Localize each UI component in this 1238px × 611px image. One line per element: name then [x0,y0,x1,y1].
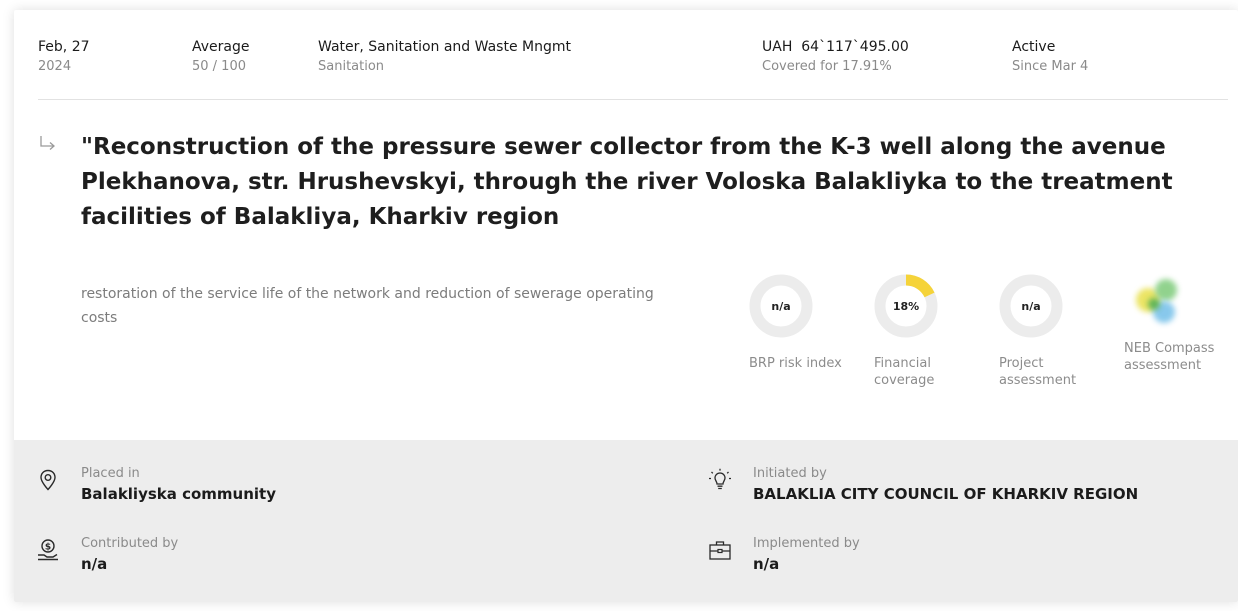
project-title[interactable]: "Reconstruction of the pressure sewer co… [81,130,1231,235]
brp-risk-donut: n/a [749,274,813,338]
placed-in-label: Placed in [81,466,140,481]
meta-status-sub: Since Mar 4 [1012,59,1089,74]
metric-neb-compass[interactable]: NEB Compass assessment [1124,266,1224,374]
brp-risk-label: BRP risk index [749,356,842,371]
meta-sector: Water, Sanitation and Waste Mngmt Sanita… [318,38,571,76]
meta-sector-sub: Sanitation [318,59,385,74]
project-description: restoration of the service life of the n… [81,286,654,326]
initiated-by-label: Initiated by [753,466,827,481]
contributed-by-value: n/a [81,555,108,573]
contributed-by-label: Contributed by [81,536,179,551]
project-assessment-donut: n/a [999,274,1063,338]
meta-rating: Average 50 / 100 [192,38,250,76]
metric-financial-coverage[interactable]: 18% Financial coverage [874,274,974,389]
implemented-by-value: n/a [753,555,780,573]
meta-divider [38,99,1228,100]
project-footer: Placed in Balakliyska community Initiate… [14,440,1238,602]
location-pin-icon [40,469,56,491]
neb-compass-label: NEB Compass assessment [1124,341,1215,373]
lightbulb-icon [709,468,731,490]
financial-coverage-donut-fill [905,274,935,298]
placed-in-value[interactable]: Balakliyska community [81,483,276,505]
project-card[interactable]: Feb, 27 2024 Average 50 / 100 Water, San… [14,10,1238,602]
meta-date-year: 2024 [38,59,72,74]
project-assessment-value: n/a [1021,300,1040,313]
project-assessment-label: Project assessment [999,356,1077,388]
briefcase-icon [709,541,731,560]
svg-text:$: $ [45,543,51,553]
metric-project-assessment[interactable]: n/a Project assessment [999,274,1099,389]
financial-coverage-value: 18% [893,300,919,313]
neb-compass-icon [1136,279,1177,323]
meta-budget-coverage: Covered for 17.91% [762,59,892,74]
return-arrow-icon [40,136,55,150]
financial-coverage-label: Financial coverage [874,356,935,388]
implemented-by-label: Implemented by [753,536,860,551]
initiated-by-value[interactable]: BALAKLIA CITY COUNCIL OF KHARKIV REGION [753,483,1138,505]
project-meta-row: Feb, 27 2024 Average 50 / 100 Water, San… [14,10,1238,100]
money-hand-icon: $ [38,539,58,561]
meta-rating-main: Average [192,39,250,55]
meta-budget: UAH 64`117`495.00 Covered for 17.91% [762,38,909,76]
meta-date: Feb, 27 2024 [38,38,90,76]
meta-sector-main: Water, Sanitation and Waste Mngmt [318,39,571,55]
meta-budget-amount: UAH 64`117`495.00 [762,39,909,55]
meta-date-main: Feb, 27 [38,39,90,55]
meta-status-main: Active [1012,39,1056,55]
meta-rating-score: 50 / 100 [192,59,246,74]
metric-brp-risk[interactable]: n/a BRP risk index [749,274,849,372]
brp-risk-value: n/a [771,300,790,313]
financial-coverage-donut: 18% [874,274,938,338]
meta-status: Active Since Mar 4 [1012,38,1088,76]
